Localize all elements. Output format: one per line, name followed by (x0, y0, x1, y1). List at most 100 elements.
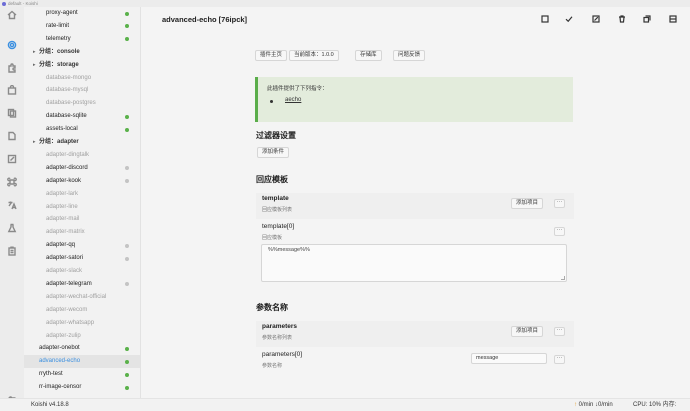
cpu-memory-status: CPU: 10% 内存: 59% (633, 402, 677, 408)
tree-item-label: adapter-wecom (46, 306, 88, 313)
tree-plugin-item[interactable]: adapter-wecom (24, 304, 140, 317)
split-icon[interactable] (667, 13, 679, 25)
tree-plugin-item[interactable]: adapter-whatsapp (24, 317, 140, 330)
tab-current-version[interactable]: 当前版本：1.0.0 (289, 50, 339, 61)
status-dot-icon (125, 385, 129, 390)
tree-group[interactable]: ▸ 分组：adapter (24, 136, 140, 149)
net-up-value: 0/min (578, 402, 594, 408)
tree-plugin-item[interactable]: adapter-line (24, 201, 140, 214)
tree-group[interactable]: ▸ 分组：storage (24, 59, 140, 72)
status-dot-icon (125, 179, 129, 184)
tree-plugin-item[interactable]: adapter-mail (24, 213, 140, 226)
tree-plugin-item[interactable]: database-mysql (24, 84, 140, 97)
tree-plugin-item[interactable]: adapter-slack (24, 265, 140, 278)
files-icon[interactable] (6, 130, 18, 142)
more-menu-button[interactable]: ··· (554, 227, 565, 236)
tree-item-label: rr-image-censor (39, 384, 82, 391)
plugin-tree: proxy-agent rate-limit telemetry ▸ 分组：consol… (24, 7, 141, 398)
tree-plugin-item[interactable]: adapter-matrix (24, 226, 140, 239)
tree-item-label: database-mongo (46, 74, 92, 81)
tree-plugin-item[interactable]: database-postgres (24, 97, 140, 110)
status-dot-icon (125, 11, 129, 16)
net-down-value: 0/min (598, 402, 613, 408)
status-dot-icon (125, 243, 129, 248)
template0-textarea[interactable]: %%message%% (261, 244, 567, 282)
caret-icon[interactable]: ▸ (33, 136, 36, 149)
bullet-icon (270, 100, 273, 103)
resize-handle-icon[interactable] (561, 276, 565, 280)
param0-input[interactable]: message (471, 353, 547, 364)
caret-icon[interactable]: ▸ (33, 59, 36, 72)
template0-field-desc: 回应模板 (262, 235, 283, 241)
settings-icon[interactable] (6, 39, 18, 51)
tree-plugin-item[interactable]: adapter-telegram (24, 278, 140, 291)
tree-item-label: adapter-satori (46, 255, 84, 262)
tree-plugin-item[interactable]: adapter-qq (24, 239, 140, 252)
template-field-name: template (262, 195, 289, 202)
tree-plugin-item[interactable]: adapter-kook (24, 175, 140, 188)
tree-plugin-item[interactable]: adapter-zulip (24, 330, 140, 343)
add-condition-button[interactable]: 添加条件 (257, 147, 290, 158)
command-icon[interactable] (6, 176, 18, 188)
tree-plugin-item[interactable]: database-sqlite (24, 110, 140, 123)
check-icon[interactable] (563, 13, 575, 25)
tree-plugin-item[interactable]: rryth-test (24, 368, 140, 381)
caret-icon[interactable]: ▸ (33, 46, 36, 59)
tree-item-label: adapter-discord (46, 164, 88, 171)
window-titlebar: default - Koishi (0, 0, 690, 7)
upload-icon: ↑ (574, 402, 577, 408)
command-link[interactable]: aecho (285, 97, 301, 103)
add-item-button[interactable]: 添加项目 (511, 198, 544, 209)
status-dot-icon (125, 37, 129, 42)
tree-plugin-item[interactable]: adapter-onebot (24, 342, 140, 355)
parameters-field-name: parameters (262, 323, 298, 330)
tree-plugin-item[interactable]: advanced-echo (24, 355, 140, 369)
tab-issue-feedback[interactable]: 问题反馈 (393, 50, 426, 61)
copy-icon[interactable] (641, 13, 653, 25)
tree-plugin-item[interactable]: adapter-wechat-official (24, 291, 140, 304)
tree-plugin-item[interactable]: rr-image-censor (24, 381, 140, 394)
tree-plugin-item[interactable]: database-mongo (24, 72, 140, 85)
more-menu-button[interactable]: ··· (554, 199, 565, 208)
tree-group[interactable]: ▸ 分组：console (24, 46, 140, 59)
tree-item-label: rate-limit (46, 22, 70, 29)
activity-bar (0, 7, 24, 411)
home-icon[interactable] (6, 9, 18, 21)
tree-item-label: 分组：storage (39, 61, 79, 68)
plugin-icon[interactable] (6, 62, 18, 74)
edit-icon[interactable] (6, 153, 18, 165)
tree-plugin-item[interactable]: telemetry (24, 33, 140, 46)
translate-icon[interactable] (6, 199, 18, 211)
status-dot-icon (125, 372, 129, 377)
tree-item-label: adapter-onebot (39, 345, 80, 352)
flask-icon[interactable] (6, 222, 18, 234)
tree-plugin-item[interactable]: adapter-discord (24, 162, 140, 175)
tree-item-label: adapter-telegram (46, 280, 92, 287)
tree-plugin-item[interactable]: adapter-lark (24, 188, 140, 201)
tree-item-label: adapter-mail (46, 216, 80, 223)
tree-plugin-item[interactable]: assets-local (24, 123, 140, 136)
status-dot-icon (125, 346, 129, 351)
tab-repository[interactable]: 存储库 (355, 50, 382, 61)
dependencies-icon[interactable] (6, 107, 18, 119)
edit-icon[interactable] (590, 13, 602, 25)
tree-plugin-item[interactable]: rate-limit (24, 20, 140, 33)
param0-field-name: parameters[0] (262, 351, 303, 358)
clipboard-icon[interactable] (6, 245, 18, 257)
parameters-field-desc: 参数名称列表 (262, 335, 293, 341)
more-menu-button[interactable]: ··· (554, 327, 565, 336)
market-icon[interactable] (6, 84, 18, 96)
tree-plugin-item[interactable]: adapter-dingtalk (24, 149, 140, 162)
add-item-button[interactable]: 添加项目 (511, 326, 544, 337)
template-field-desc: 回应模板列表 (262, 207, 293, 213)
tree-plugin-item[interactable]: adapter-satori (24, 252, 140, 265)
notice-title: 此插件提供了下列指令： (267, 86, 328, 92)
tree-plugin-item[interactable]: proxy-agent (24, 7, 140, 20)
tree-item-label: rryth-test (39, 371, 63, 378)
delete-icon[interactable] (616, 13, 628, 25)
window-title: default - Koishi (8, 1, 38, 6)
more-menu-button[interactable]: ··· (554, 355, 565, 364)
plugin-config-panel: advanced-echo [76ipck] 插件主页 当前版本：1.0.0 存… (141, 7, 690, 398)
tab-plugin-homepage[interactable]: 插件主页 (255, 50, 288, 61)
stop-icon[interactable] (539, 13, 551, 25)
